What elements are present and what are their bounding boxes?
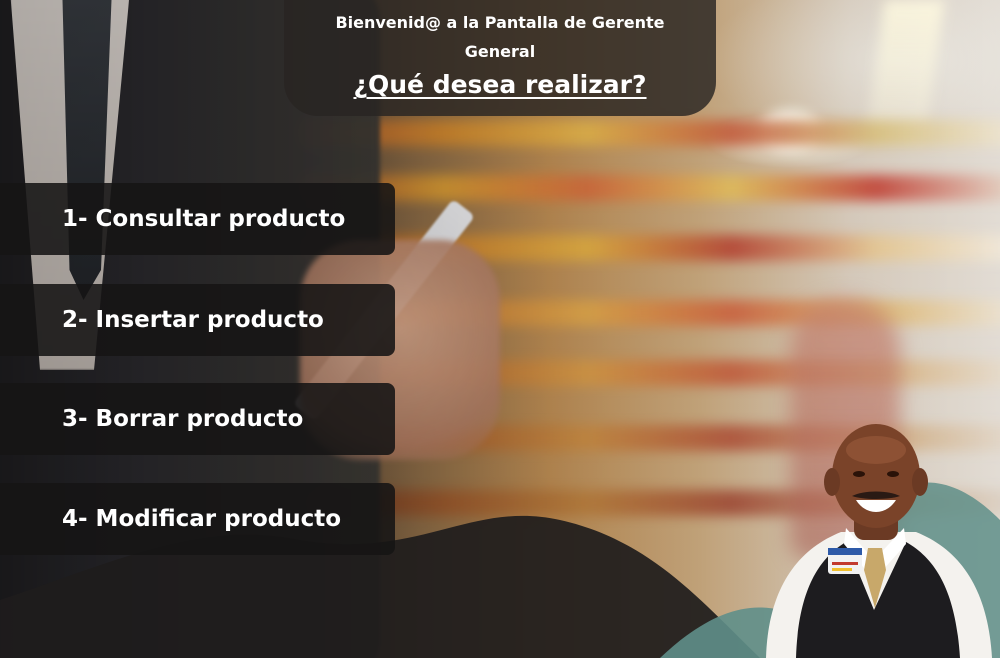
action-menu: 1- Consultar producto 2- Insertar produc…	[0, 0, 400, 658]
insertar-producto-button[interactable]: 2- Insertar producto	[0, 284, 395, 356]
manager-avatar	[766, 424, 992, 658]
borrar-producto-button[interactable]: 3- Borrar producto	[0, 383, 395, 455]
modificar-producto-button[interactable]: 4- Modificar producto	[0, 483, 395, 555]
consultar-producto-button[interactable]: 1- Consultar producto	[0, 183, 395, 255]
